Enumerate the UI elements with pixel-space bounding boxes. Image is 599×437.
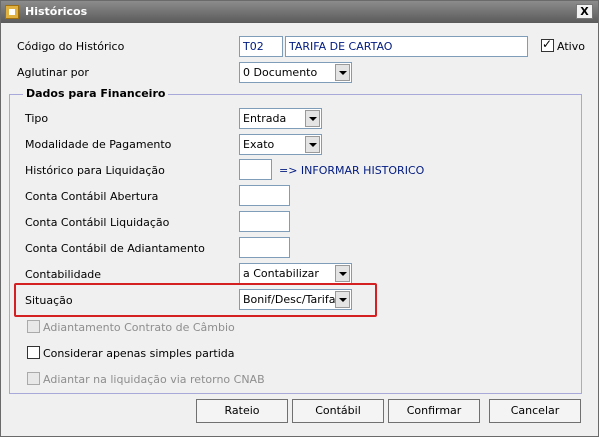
- adiantar-cnab-checkbox[interactable]: [27, 372, 40, 385]
- aglutinar-label: Aglutinar por: [17, 66, 89, 79]
- simples-partida-checkbox[interactable]: [27, 346, 40, 359]
- conta-adiantamento-label: Conta Contábil de Adiantamento: [25, 242, 205, 255]
- chevron-down-icon[interactable]: [335, 265, 350, 282]
- window-title: Históricos: [25, 5, 88, 18]
- close-button[interactable]: X: [576, 4, 593, 19]
- app-icon: [5, 5, 19, 19]
- adiantar-cnab-label: Adiantar na liquidação via retorno CNAB: [43, 373, 265, 386]
- chevron-down-icon[interactable]: [335, 64, 350, 81]
- tipo-label: Tipo: [25, 112, 49, 125]
- tipo-select[interactable]: Entrada: [239, 108, 322, 129]
- chevron-down-icon[interactable]: [335, 291, 350, 308]
- aglutinar-value: 0 Documento: [243, 66, 318, 79]
- adiantamento-cambio-checkbox[interactable]: [27, 320, 40, 333]
- conta-abertura-label: Conta Contábil Abertura: [25, 190, 159, 203]
- modalidade-label: Modalidade de Pagamento: [25, 138, 172, 151]
- tipo-value: Entrada: [243, 112, 287, 125]
- confirmar-button[interactable]: Confirmar: [388, 399, 480, 423]
- ativo-label: Ativo: [557, 40, 585, 53]
- codigo-label: Código do Histórico: [17, 40, 125, 53]
- conta-liquidacao-label: Conta Contábil Liquidação: [25, 216, 170, 229]
- title-bar: Históricos X: [1, 1, 598, 23]
- situacao-value: Bonif/Desc/Tarifa: [243, 293, 336, 306]
- ativo-checkbox[interactable]: [541, 37, 554, 52]
- liquidacao-hint: => INFORMAR HISTORICO: [279, 164, 425, 177]
- chevron-down-icon[interactable]: [305, 110, 320, 127]
- rateio-button[interactable]: Rateio: [196, 399, 288, 423]
- contabilidade-select[interactable]: a Contabilizar: [239, 263, 352, 284]
- historicos-window: Históricos X Código do Histórico T02 TAR…: [0, 0, 599, 437]
- situacao-select[interactable]: Bonif/Desc/Tarifa: [239, 289, 352, 310]
- contabil-button[interactable]: Contábil: [292, 399, 384, 423]
- simples-partida-label: Considerar apenas simples partida: [43, 347, 235, 360]
- financeiro-group-title: Dados para Financeiro: [23, 87, 169, 100]
- cancelar-button[interactable]: Cancelar: [489, 399, 581, 423]
- situacao-label: Situação: [25, 294, 73, 307]
- descricao-field[interactable]: TARIFA DE CARTAO: [285, 36, 528, 57]
- contabilidade-value: a Contabilizar: [243, 267, 319, 280]
- modalidade-value: Exato: [243, 138, 275, 151]
- adiantamento-cambio-label: Adiantamento Contrato de Câmbio: [43, 321, 235, 334]
- liquidacao-label: Histórico para Liquidação: [25, 164, 165, 177]
- liquidacao-field[interactable]: [239, 159, 272, 180]
- aglutinar-select[interactable]: 0 Documento: [239, 62, 352, 83]
- modalidade-select[interactable]: Exato: [239, 134, 322, 155]
- conta-abertura-field[interactable]: [239, 185, 290, 206]
- contabilidade-label: Contabilidade: [25, 268, 102, 281]
- chevron-down-icon[interactable]: [305, 136, 320, 153]
- codigo-field[interactable]: T02: [239, 36, 283, 57]
- conta-liquidacao-field[interactable]: [239, 211, 290, 232]
- conta-adiantamento-field[interactable]: [239, 237, 290, 258]
